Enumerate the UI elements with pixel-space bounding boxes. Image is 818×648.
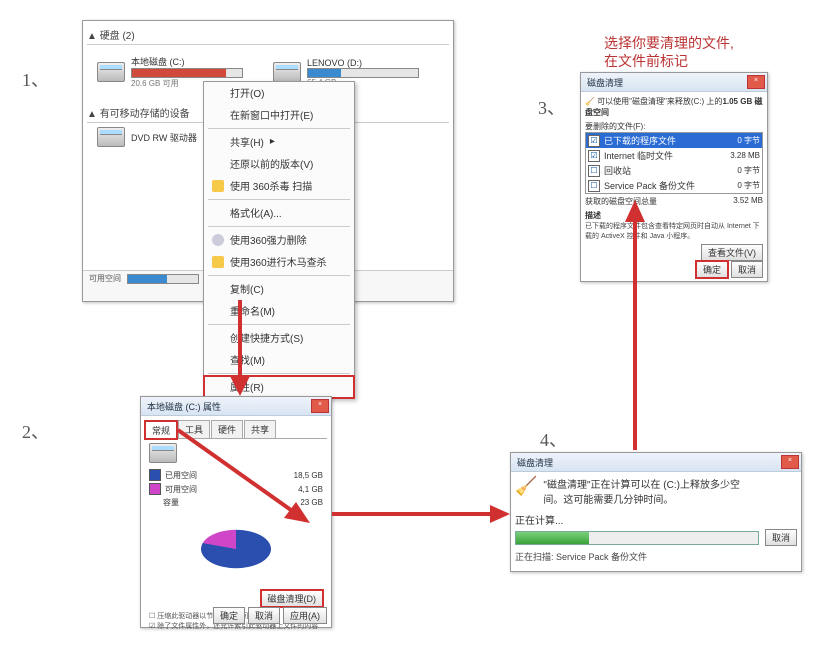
arrow-2-4 xyxy=(332,500,512,530)
close-icon[interactable]: × xyxy=(311,399,329,413)
drive-icon xyxy=(273,62,301,82)
menu-open[interactable]: 打开(O) xyxy=(204,82,354,104)
file-list: ☑已下载的程序文件0 字节 ☑Internet 临时文件3.28 MB ☐回收站… xyxy=(585,132,763,194)
menu-share[interactable]: 共享(H) ▸ xyxy=(204,131,354,153)
explorer-window: ▲ 硬盘 (2) 本地磁盘 (C:) 20.6 GB 可用 LENOVO (D:… xyxy=(82,20,454,302)
progress-bar xyxy=(515,531,759,545)
close-icon[interactable]: × xyxy=(747,75,765,89)
view-files-button[interactable]: 查看文件(V) xyxy=(701,244,763,261)
calc-label: 正在计算... xyxy=(515,512,797,527)
gear-icon xyxy=(212,234,224,246)
menu-rename[interactable]: 重命名(M) xyxy=(204,300,354,322)
shield-icon xyxy=(212,256,224,268)
free-legend: 可用空间4,1 GB xyxy=(149,483,323,495)
capacity-legend: 容量23 GB xyxy=(149,497,323,508)
checkbox-icon[interactable]: ☐ xyxy=(588,165,600,177)
disk-cleanup-button[interactable]: 磁盘清理(D) xyxy=(261,590,324,607)
desc-text: 已下载的程序文件包含查看特定网页时自动从 Internet 下载的 Active… xyxy=(585,221,763,241)
menu-360-scan[interactable]: 使用 360杀毒 扫描 xyxy=(204,175,354,197)
scanning-label: 正在扫描: Service Pack 备份文件 xyxy=(515,550,797,563)
tab-hardware[interactable]: 硬件 xyxy=(211,420,243,438)
menu-360-forcedel[interactable]: 使用360强力删除 xyxy=(204,229,354,251)
checkbox-icon[interactable]: ☑ xyxy=(588,150,600,162)
tab-tools[interactable]: 工具 xyxy=(178,420,210,438)
pie-chart xyxy=(201,530,271,569)
checkbox-icon[interactable]: ☑ xyxy=(588,135,600,147)
drive-icon xyxy=(149,443,177,463)
step-3-label: 3、 xyxy=(538,94,565,120)
cancel-button[interactable]: 取消 xyxy=(731,261,763,278)
file-item-2[interactable]: ☐回收站0 字节 xyxy=(586,163,762,178)
step-2-label: 2、 xyxy=(22,418,49,444)
context-menu: 打开(O) 在新窗口中打开(E) 共享(H) ▸ 还原以前的版本(V) 使用 3… xyxy=(203,81,355,399)
menu-open-new[interactable]: 在新窗口中打开(E) xyxy=(204,104,354,126)
drives-header: ▲ 硬盘 (2) xyxy=(87,27,449,42)
file-item-0[interactable]: ☑已下载的程序文件0 字节 xyxy=(586,133,762,148)
step-4-label: 4、 xyxy=(540,426,567,452)
step-1-label: 1、 xyxy=(22,66,49,92)
cleanup-dialog: 磁盘清理 × 🧹 可以使用"磁盘清理"来释放(C:) 上的1.05 GB 磁盘空… xyxy=(580,72,768,282)
checkbox-icon[interactable]: ☐ xyxy=(588,180,600,192)
drive-icon xyxy=(97,62,125,82)
titlebar: 磁盘清理 × xyxy=(511,453,801,472)
instruction-line2: 在文件前标记 xyxy=(604,53,688,69)
progress-text: "磁盘清理"正在计算可以在 (C:)上释放多少空间。这可能需要几分钟时间。 xyxy=(543,476,740,506)
list-header: 要删除的文件(F): xyxy=(585,121,763,132)
progress-dialog: 磁盘清理 × 🧹 "磁盘清理"正在计算可以在 (C:)上释放多少空间。这可能需要… xyxy=(510,452,802,572)
tab-general[interactable]: 常规 xyxy=(145,421,177,439)
menu-properties[interactable]: 属性(R) xyxy=(204,376,354,398)
file-item-1[interactable]: ☑Internet 临时文件3.28 MB xyxy=(586,148,762,163)
menu-shortcut[interactable]: 创建快捷方式(S) xyxy=(204,327,354,349)
instruction-line1: 选择你要清理的文件, xyxy=(604,35,734,51)
shield-icon xyxy=(212,180,224,192)
tutorial-canvas: 1、 2、 3、 4、 选择你要清理的文件, 在文件前标记 ▲ 硬盘 (2) 本… xyxy=(0,0,818,648)
dvd-icon xyxy=(97,127,125,147)
instruction-text: 选择你要清理的文件, 在文件前标记 xyxy=(604,34,734,70)
titlebar: 磁盘清理 × xyxy=(581,73,767,92)
menu-format[interactable]: 格式化(A)... xyxy=(204,202,354,224)
ok-button[interactable]: 确定 xyxy=(696,261,728,278)
used-legend: 已用空间18,5 GB xyxy=(149,469,323,481)
close-icon[interactable]: × xyxy=(781,455,799,469)
broom-icon: 🧹 xyxy=(515,476,537,506)
titlebar: 本地磁盘 (C:) 属性 × xyxy=(141,397,331,416)
tabs: 常规 工具 硬件 共享 xyxy=(145,420,327,439)
file-item-3[interactable]: ☐Service Pack 备份文件0 字节 xyxy=(586,178,762,193)
desc-section: 描述 xyxy=(585,210,763,221)
properties-dialog: 本地磁盘 (C:) 属性 × 常规 工具 硬件 共享 已用空间18,5 GB 可… xyxy=(140,396,332,628)
menu-360-muma[interactable]: 使用360进行木马查杀 xyxy=(204,251,354,273)
cleanup-desc: 🧹 可以使用"磁盘清理"来释放(C:) 上的1.05 GB 磁盘空间 xyxy=(585,96,763,118)
menu-copy[interactable]: 复制(C) xyxy=(204,278,354,300)
menu-find[interactable]: 查找(M) xyxy=(204,349,354,371)
cancel-button[interactable]: 取消 xyxy=(248,607,280,624)
menu-restore[interactable]: 还原以前的版本(V) xyxy=(204,153,354,175)
ok-button[interactable]: 确定 xyxy=(213,607,245,624)
tab-share[interactable]: 共享 xyxy=(244,420,276,438)
apply-button[interactable]: 应用(A) xyxy=(283,607,327,624)
cancel-button[interactable]: 取消 xyxy=(765,529,797,546)
